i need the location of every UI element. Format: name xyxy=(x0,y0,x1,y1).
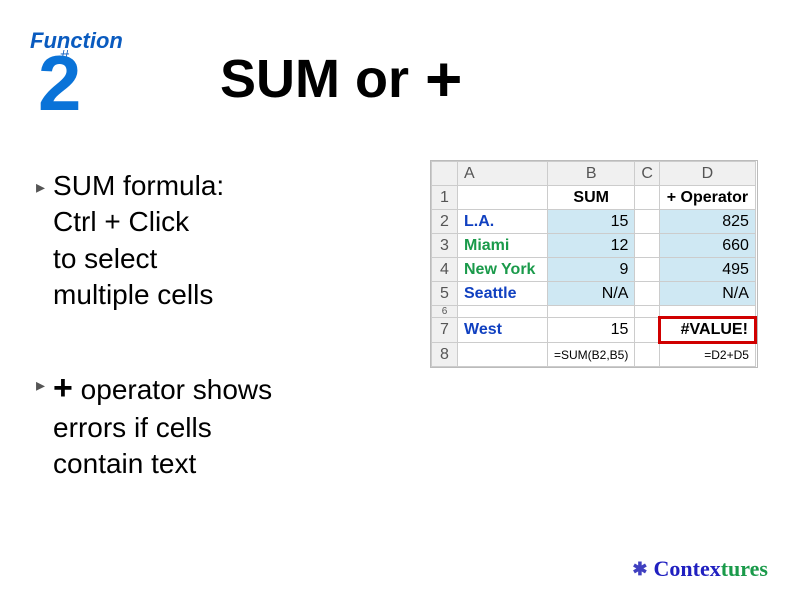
title-plus-icon: + xyxy=(425,57,462,102)
title-text: SUM or xyxy=(220,48,409,110)
cell xyxy=(548,306,635,318)
formula-plus: =D2+D5 xyxy=(659,343,755,367)
slide-title: SUM or + xyxy=(220,48,462,110)
col-header-a: A xyxy=(458,162,548,186)
value-cell: N/A xyxy=(659,282,755,306)
row-header: 5 xyxy=(432,282,458,306)
value-cell: N/A xyxy=(548,282,635,306)
value-cell: 495 xyxy=(659,258,755,282)
value-cell: 9 xyxy=(548,258,635,282)
brand-part1: Contex xyxy=(654,556,721,581)
cell xyxy=(659,306,755,318)
row-header: 6 xyxy=(432,306,458,318)
row-header: 8 xyxy=(432,343,458,367)
bullet-2: ▸ + operator shows errors if cells conta… xyxy=(36,366,386,483)
brand-part2: tures xyxy=(721,556,768,581)
value-cell: 15 xyxy=(548,210,635,234)
col-header-c: C xyxy=(635,162,660,186)
header-plus-op: + Operator xyxy=(659,186,755,210)
bullet-2-line2: errors if cells xyxy=(53,412,212,443)
cell xyxy=(635,306,660,318)
cell xyxy=(635,258,660,282)
cell xyxy=(458,306,548,318)
city-cell: L.A. xyxy=(458,210,548,234)
cell xyxy=(635,234,660,258)
value-cell: 12 xyxy=(548,234,635,258)
bullet-arrow-icon: ▸ xyxy=(36,374,45,483)
bullet-1-line1: SUM formula: xyxy=(53,170,224,201)
col-header-b: B xyxy=(548,162,635,186)
function-number: 2 xyxy=(38,44,81,122)
cell xyxy=(635,343,660,367)
bullet-plus-icon: + xyxy=(53,369,73,407)
bullet-1-line4: multiple cells xyxy=(53,279,213,310)
corner-cell xyxy=(432,162,458,186)
bullet-list: ▸ SUM formula: Ctrl + Click to select mu… xyxy=(36,168,386,535)
cell xyxy=(458,186,548,210)
bullet-2-line3: contain text xyxy=(53,448,196,479)
cell xyxy=(458,343,548,367)
spreadsheet: A B C D 1 SUM + Operator 2 L.A. 15 825 3… xyxy=(430,160,758,368)
row-header: 2 xyxy=(432,210,458,234)
row-header: 7 xyxy=(432,318,458,343)
row-header: 1 xyxy=(432,186,458,210)
bullet-1-line2: Ctrl + Click xyxy=(53,206,189,237)
col-header-d: D xyxy=(659,162,755,186)
west-label: West xyxy=(458,318,548,343)
bullet-1: ▸ SUM formula: Ctrl + Click to select mu… xyxy=(36,168,386,314)
cell xyxy=(635,210,660,234)
cell xyxy=(635,318,660,343)
value-cell: 660 xyxy=(659,234,755,258)
formula-sum: =SUM(B2,B5) xyxy=(548,343,635,367)
west-sum-cell: 15 xyxy=(548,318,635,343)
row-header: 3 xyxy=(432,234,458,258)
brand-logo: ✱ Contextures xyxy=(632,556,768,582)
city-cell: New York xyxy=(458,258,548,282)
value-cell: 825 xyxy=(659,210,755,234)
row-header: 4 xyxy=(432,258,458,282)
error-cell: #VALUE! xyxy=(659,318,755,343)
brand-icon: ✱ xyxy=(632,559,647,580)
header-sum: SUM xyxy=(548,186,635,210)
cell xyxy=(635,282,660,306)
cell xyxy=(635,186,660,210)
bullet-2-line1: operator shows xyxy=(73,374,272,405)
city-cell: Miami xyxy=(458,234,548,258)
city-cell: Seattle xyxy=(458,282,548,306)
bullet-1-line3: to select xyxy=(53,243,157,274)
bullet-arrow-icon: ▸ xyxy=(36,176,45,314)
